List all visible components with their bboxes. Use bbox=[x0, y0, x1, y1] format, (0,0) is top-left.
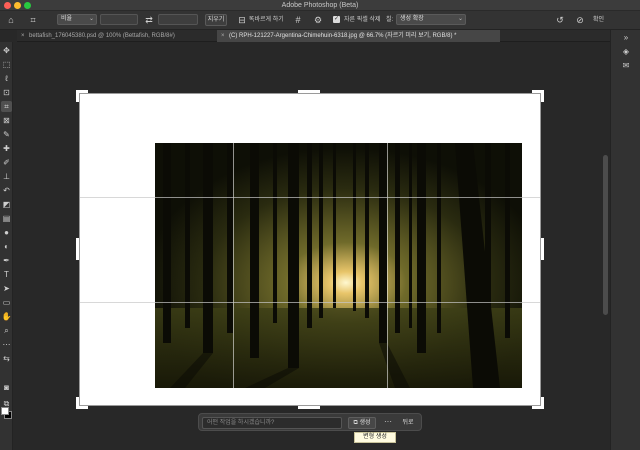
tab-label: (C) RPH-121227-Argentina-Chimehuin-6318.… bbox=[229, 33, 457, 39]
type-icon[interactable]: T bbox=[1, 269, 12, 280]
crop-handle-top[interactable] bbox=[298, 90, 320, 93]
fill-select[interactable]: 생성 확장 ⌄ bbox=[396, 14, 466, 25]
vertical-scrollbar[interactable] bbox=[603, 155, 608, 315]
swap-colors-icon[interactable]: ⇆ bbox=[1, 353, 12, 364]
options-bar: ⌂ ⌗ 비율 ⌄ ⇄ 지우기 ⊟ 똑바르게 하기 # ⚙ ✓ 자른 픽셀 삭제 칠… bbox=[0, 11, 640, 30]
crop-handle-left[interactable] bbox=[76, 238, 79, 260]
generate-tooltip: 변형 생성 bbox=[354, 432, 396, 443]
contextual-task-bar: 어떤 작업을 하시겠습니까? ⧉ 생성 ··· 뒤로 bbox=[198, 413, 422, 431]
blur-icon[interactable]: ● bbox=[1, 227, 12, 238]
grid-overlay-icon[interactable]: # bbox=[292, 14, 304, 26]
lasso-icon[interactable]: ℓ bbox=[1, 73, 12, 84]
swap-icon[interactable]: ⇄ bbox=[143, 14, 155, 26]
tab-label: bettafish_176045380.psd @ 100% (Bettafis… bbox=[29, 33, 175, 39]
crop-handle-right[interactable] bbox=[541, 238, 544, 260]
crop-handle-top-right[interactable] bbox=[541, 90, 544, 102]
crop-icon[interactable]: ⌗ bbox=[27, 14, 39, 26]
dodge-icon[interactable]: ◐ bbox=[1, 241, 12, 252]
title-bar: Adobe Photoshop (Beta) bbox=[0, 0, 640, 11]
fill-label: 칠: bbox=[386, 17, 394, 23]
delete-cropped-label: 자른 픽셀 삭제 bbox=[344, 17, 381, 23]
more-icon[interactable]: ⋯ bbox=[1, 339, 12, 350]
crop-handle-bottom[interactable] bbox=[298, 406, 320, 409]
reset-icon[interactable]: ↺ bbox=[554, 14, 566, 26]
height-field[interactable] bbox=[158, 14, 198, 25]
zoom-icon[interactable]: ⌕ bbox=[1, 325, 12, 336]
confirm-button[interactable]: 확인 bbox=[593, 14, 604, 26]
pen-icon[interactable]: ✒ bbox=[1, 255, 12, 266]
right-panel-strip: » ◈ ✉ bbox=[610, 30, 640, 450]
crop-handle-bottom-left[interactable] bbox=[76, 397, 79, 409]
gradient-icon[interactable]: ▤ bbox=[1, 213, 12, 224]
tools-panel: ✥ ⬚ ℓ ⊡ ⌗ ⊠ ✎ ✚ ✐ ⊥ ↶ ◩ ▤ ● ◐ ✒ T ➤ ▭ ✋ … bbox=[0, 42, 13, 450]
hand-icon[interactable]: ✋ bbox=[1, 311, 12, 322]
quick-mask-icon[interactable]: ◙ bbox=[1, 382, 12, 393]
back-button[interactable]: 뒤로 bbox=[397, 417, 419, 429]
generative-prompt-input[interactable]: 어떤 작업을 하시겠습니까? bbox=[202, 417, 342, 429]
delete-cropped-checkbox[interactable]: ✓ bbox=[333, 16, 340, 23]
document-tabs: × bettafish_176045380.psd @ 100% (Bettafi… bbox=[17, 30, 610, 42]
more-options-button[interactable]: ··· bbox=[382, 417, 394, 429]
crop-handle-top-left[interactable] bbox=[76, 90, 79, 102]
generate-button[interactable]: ⧉ 생성 bbox=[348, 417, 376, 429]
frame-icon[interactable]: ⊠ bbox=[1, 115, 12, 126]
tab-bettafish[interactable]: × bettafish_176045380.psd @ 100% (Bettafi… bbox=[17, 30, 217, 42]
layers-icon[interactable]: ◈ bbox=[620, 46, 632, 58]
straighten-button[interactable]: 똑바르게 하기 bbox=[249, 14, 284, 26]
marquee-icon[interactable]: ⬚ bbox=[1, 59, 12, 70]
stamp-icon[interactable]: ⊥ bbox=[1, 171, 12, 182]
close-tab-icon[interactable]: × bbox=[221, 30, 229, 42]
object-select-icon[interactable]: ⊡ bbox=[1, 87, 12, 98]
tab-argentina[interactable]: × (C) RPH-121227-Argentina-Chimehuin-6318… bbox=[217, 30, 500, 42]
crop-grid-line bbox=[80, 302, 540, 303]
gear-icon[interactable]: ⚙ bbox=[312, 14, 324, 26]
crop-icon[interactable]: ⌗ bbox=[1, 101, 12, 112]
width-field[interactable] bbox=[100, 14, 138, 25]
straighten-icon[interactable]: ⊟ bbox=[236, 14, 248, 26]
comment-icon[interactable]: ✉ bbox=[620, 60, 632, 72]
path-select-icon[interactable]: ➤ bbox=[1, 283, 12, 294]
app-title: Adobe Photoshop (Beta) bbox=[281, 2, 359, 9]
home-icon[interactable]: ⌂ bbox=[5, 14, 17, 26]
clear-button[interactable]: 지우기 bbox=[205, 14, 227, 26]
healing-icon[interactable]: ✚ bbox=[1, 143, 12, 154]
photoshop-window: Adobe Photoshop (Beta) ⌂ ⌗ 비율 ⌄ ⇄ 지우기 ⊟ 똑… bbox=[0, 0, 640, 450]
cancel-icon[interactable]: ⊘ bbox=[574, 14, 586, 26]
crop-grid-line bbox=[233, 94, 234, 405]
history-brush-icon[interactable]: ↶ bbox=[1, 185, 12, 196]
crop-box[interactable] bbox=[79, 93, 541, 406]
generate-icon: ⧉ bbox=[353, 420, 358, 426]
eyedropper-icon[interactable]: ✎ bbox=[1, 129, 12, 140]
close-tab-icon[interactable]: × bbox=[21, 30, 29, 42]
rectangle-icon[interactable]: ▭ bbox=[1, 297, 12, 308]
ratio-select[interactable]: 비율 ⌄ bbox=[57, 14, 97, 25]
screen-mode-icon[interactable]: ⧉ bbox=[1, 398, 12, 409]
panel-toggle-icon[interactable]: » bbox=[620, 32, 632, 44]
brush-icon[interactable]: ✐ bbox=[1, 157, 12, 168]
move-icon[interactable]: ✥ bbox=[1, 45, 12, 56]
eraser-icon[interactable]: ◩ bbox=[1, 199, 12, 210]
crop-grid-line bbox=[80, 197, 540, 198]
crop-grid-line bbox=[387, 94, 388, 405]
crop-handle-bottom-right[interactable] bbox=[541, 397, 544, 409]
